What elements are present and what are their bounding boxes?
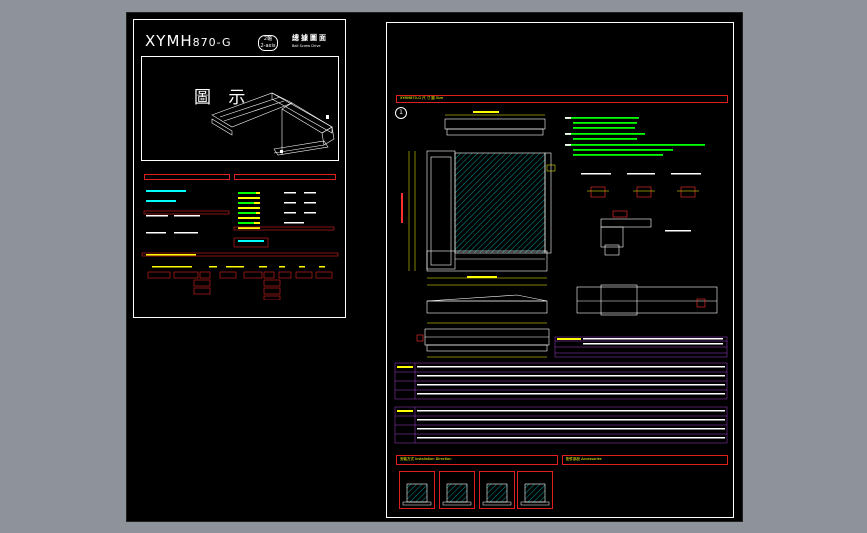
installation-header: 安裝方式 Installation Direction bbox=[396, 455, 558, 465]
install-diagram-icon bbox=[402, 483, 432, 506]
accessories-title: 配件部品 Accessories bbox=[566, 457, 602, 461]
title-panel: XYMH870-G 2軸 2-axis 總據圖面 Ball Screw Driv… bbox=[133, 19, 346, 318]
install-option-3 bbox=[479, 471, 515, 509]
spec-text-block bbox=[141, 190, 339, 300]
drawing-sheet: XYMH870-G 2軸 2-axis 總據圖面 Ball Screw Driv… bbox=[126, 12, 743, 522]
model-prefix: XYMH bbox=[145, 32, 193, 50]
installation-title: 安裝方式 Installation Direction bbox=[400, 457, 452, 461]
model-title: XYMH870-G bbox=[145, 32, 232, 50]
axis-badge: 2軸 2-axis bbox=[258, 35, 278, 51]
drawing-panel: XYMH870-G 尺 寸 圖 Size 1 安裝方式 Installation… bbox=[386, 22, 734, 518]
axis-badge-label: 2軸 bbox=[263, 36, 273, 42]
install-diagram-icon bbox=[520, 483, 550, 506]
install-option-2 bbox=[439, 471, 475, 509]
install-option-1 bbox=[399, 471, 435, 509]
stage-sketch-icon bbox=[211, 92, 335, 156]
model-suffix: 870-G bbox=[192, 36, 232, 49]
install-diagram-icon bbox=[442, 483, 472, 506]
install-option-4 bbox=[517, 471, 553, 509]
install-diagram-icon bbox=[482, 483, 512, 506]
technical-drawing bbox=[394, 111, 728, 444]
axis-badge-sub: 2-axis bbox=[260, 43, 276, 49]
product-illustration: 圖 示 bbox=[141, 56, 339, 161]
drive-title-cn: 總據圖面 bbox=[292, 34, 328, 42]
accessories-header: 配件部品 Accessories bbox=[562, 455, 728, 465]
drive-title-en: Ball Screw Drive bbox=[292, 44, 321, 48]
